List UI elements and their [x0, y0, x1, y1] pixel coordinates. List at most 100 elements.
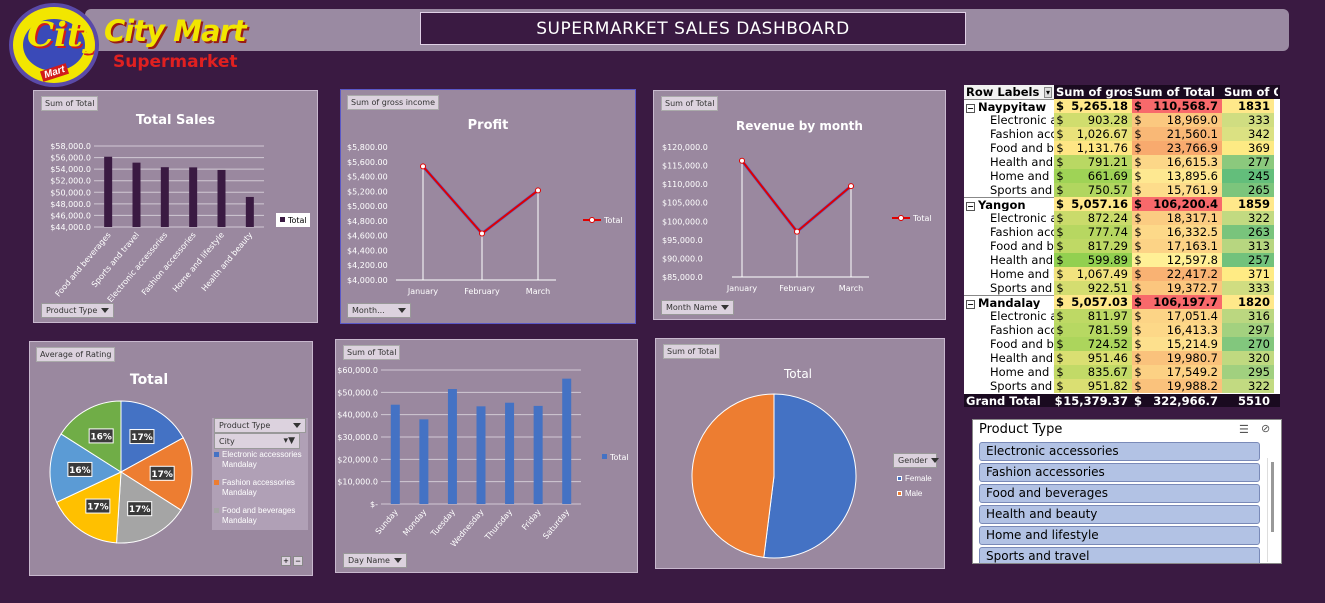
day-panel[interactable]: Sum of Total $60,000.0 $50,000.0 $40,000.0… — [335, 339, 638, 573]
pivot-detail-row[interactable]: Home and lifestyle$1,067.49$22,417.2371 — [964, 267, 1280, 281]
currency-sign: $ — [1134, 113, 1142, 127]
pivot-group-row[interactable]: − Naypyitaw $5,265.18 $110,568.7 1831 — [964, 99, 1280, 113]
currency-sign: $ — [1134, 281, 1142, 295]
clear-filter-icon[interactable]: ⊘ — [1261, 422, 1270, 435]
y-tick-label: $4,000.00 — [347, 276, 388, 285]
row-total: $17,549.2 — [1132, 365, 1222, 379]
group-total: $106,200.4 — [1132, 197, 1222, 211]
rating-city-label: City — [219, 436, 235, 446]
cell-value: 1,067.49 — [1076, 267, 1128, 281]
chevron-down-icon — [398, 308, 406, 313]
data-label: 17% — [151, 470, 173, 480]
row-qty: 295 — [1222, 365, 1274, 379]
pivot-detail-row[interactable]: Food and beverages$724.52$15,214.9270 — [964, 337, 1280, 351]
filter-icon: ▾▼ — [283, 436, 295, 446]
x-tick-label: Sunday — [374, 507, 400, 536]
grand-qty: 5510 — [1237, 394, 1270, 407]
pivot-detail-row[interactable]: Electronic accessories$872.24$18,317.132… — [964, 211, 1280, 225]
pivot-detail-row[interactable]: Health and beauty$791.21$16,615.3277 — [964, 155, 1280, 169]
profit-panel[interactable]: Sum of gross income Profit $5,800.00 $5,6… — [340, 89, 636, 324]
pivot-detail-row[interactable]: Home and lifestyle$835.67$17,549.2295 — [964, 365, 1280, 379]
y-tick-label: $52,000.0 — [50, 177, 91, 186]
collapse-button[interactable]: − — [293, 556, 303, 566]
filter-dropdown-icon[interactable]: ▾ — [1043, 86, 1052, 98]
slicer-item[interactable]: Food and beverages — [979, 484, 1260, 503]
pivot-detail-row[interactable]: Sports and travel$951.82$19,988.2322 — [964, 379, 1280, 393]
data-point — [535, 187, 541, 194]
pivot-detail-row[interactable]: Electronic accessories$811.97$17,051.431… — [964, 309, 1280, 323]
pivot-detail-row[interactable]: Fashion accessories$781.59$16,413.3297 — [964, 323, 1280, 337]
slicer-item[interactable]: Fashion accessories — [979, 463, 1260, 482]
day-name-filter[interactable]: Day Name — [343, 553, 407, 568]
collapse-icon[interactable]: − — [966, 300, 975, 309]
total-sales-panel[interactable]: Sum of Total Total Sales $58,000.0 $56,00… — [33, 90, 318, 323]
slicer-scrollbar[interactable] — [1267, 458, 1277, 562]
x-tick-label: Fashion accessories — [140, 231, 198, 297]
bar — [476, 406, 486, 504]
pivot-group-row[interactable]: − Yangon $5,057.16 $106,200.4 1859 — [964, 197, 1280, 211]
slicer-item[interactable]: Health and beauty — [979, 505, 1260, 524]
rating-product-type-filter[interactable]: Product Type — [214, 418, 306, 433]
group-qty: 1831 — [1222, 99, 1274, 113]
pivot-detail-row[interactable]: Electronic accessories$903.28$18,969.033… — [964, 113, 1280, 127]
expand-button[interactable]: + — [281, 556, 291, 566]
collapse-icon[interactable]: − — [966, 202, 975, 211]
pivot-group-row[interactable]: − Mandalay $5,057.03 $106,197.7 1820 — [964, 295, 1280, 309]
chevron-down-icon — [721, 305, 730, 310]
row-qty: 369 — [1222, 141, 1274, 155]
bar — [217, 169, 226, 227]
currency-sign: $ — [1134, 155, 1142, 169]
gender-filter[interactable]: Gender — [893, 453, 940, 468]
group-income: $5,057.16 — [1054, 197, 1132, 211]
gender-panel[interactable]: Sum of Total Total Gender Female Male — [655, 338, 945, 569]
legend-swatch — [214, 452, 219, 457]
row-label: Health and beauty — [990, 351, 1054, 365]
cell-value: 19,372.7 — [1166, 281, 1218, 295]
cell-value: 791.21 — [1087, 155, 1128, 169]
pivot-detail-row[interactable]: Sports and travel$922.51$19,372.7333 — [964, 281, 1280, 295]
pivot-detail-row[interactable]: Home and lifestyle$661.69$13,895.6245 — [964, 169, 1280, 183]
legend-swatch — [897, 491, 902, 496]
pivot-detail-row[interactable]: Food and beverages$817.29$17,163.1313 — [964, 239, 1280, 253]
pivot-detail-row[interactable]: Health and beauty$599.89$12,597.8257 — [964, 253, 1280, 267]
product-type-filter[interactable]: Product Type — [41, 303, 115, 318]
pivot-detail-row[interactable]: Fashion accessories$777.74$16,332.5263 — [964, 225, 1280, 239]
multi-select-icon[interactable]: ☰ — [1239, 423, 1249, 436]
currency-sign: $ — [1056, 155, 1064, 169]
rating-panel[interactable]: Average of Rating Total 17% 17% 17% 17% 16% 1… — [29, 341, 313, 576]
collapse-icon[interactable]: − — [966, 104, 975, 113]
row-qty: 245 — [1222, 169, 1274, 183]
pivot-detail-row[interactable]: Sports and travel$750.57$15,761.9265 — [964, 183, 1280, 197]
currency-sign: $ — [1134, 169, 1142, 183]
row-labels-header[interactable]: Row Labels ▾ — [964, 85, 1054, 99]
row-income: $1,067.49 — [1054, 267, 1132, 281]
x-tick-label: Home and lifestyle — [171, 230, 226, 293]
currency-sign: $ — [1056, 211, 1064, 225]
y-tick-label: $50,000.0 — [337, 388, 378, 397]
pivot-detail-row[interactable]: Health and beauty$951.46$19,980.7320 — [964, 351, 1280, 365]
group-total: $110,568.7 — [1132, 99, 1222, 113]
month-filter[interactable]: Month... — [347, 303, 411, 318]
scroll-thumb[interactable] — [1271, 462, 1274, 532]
slicer-item[interactable]: Sports and travel — [979, 547, 1260, 563]
revenue-panel[interactable]: Sum of Total Revenue by month $120,000.0… — [653, 90, 946, 320]
gender-legend-female: Female — [897, 471, 932, 486]
slicer-item[interactable]: Home and lifestyle — [979, 526, 1260, 545]
row-qty: 316 — [1222, 309, 1274, 323]
row-qty: 342 — [1222, 127, 1274, 141]
row-qty: 270 — [1222, 337, 1274, 351]
cell-value: 872.24 — [1087, 211, 1128, 225]
bar — [160, 167, 169, 227]
rating-city-filter[interactable]: City ▾▼ — [214, 433, 300, 449]
row-total: $19,988.2 — [1132, 379, 1222, 393]
month-name-filter[interactable]: Month Name — [661, 300, 735, 315]
x-tick-label: February — [464, 287, 500, 296]
pivot-detail-row[interactable]: Food and beverages$1,131.76$23,766.9369 — [964, 141, 1280, 155]
slicer-item[interactable]: Electronic accessories — [979, 442, 1260, 461]
row-total: $16,413.3 — [1132, 323, 1222, 337]
pivot-detail-row[interactable]: Fashion accessories$1,026.67$21,560.1342 — [964, 127, 1280, 141]
row-qty: 313 — [1222, 239, 1274, 253]
currency-sign: $ — [1134, 253, 1142, 267]
cell-value: 951.82 — [1087, 379, 1128, 393]
currency-sign: $ — [1134, 309, 1142, 323]
